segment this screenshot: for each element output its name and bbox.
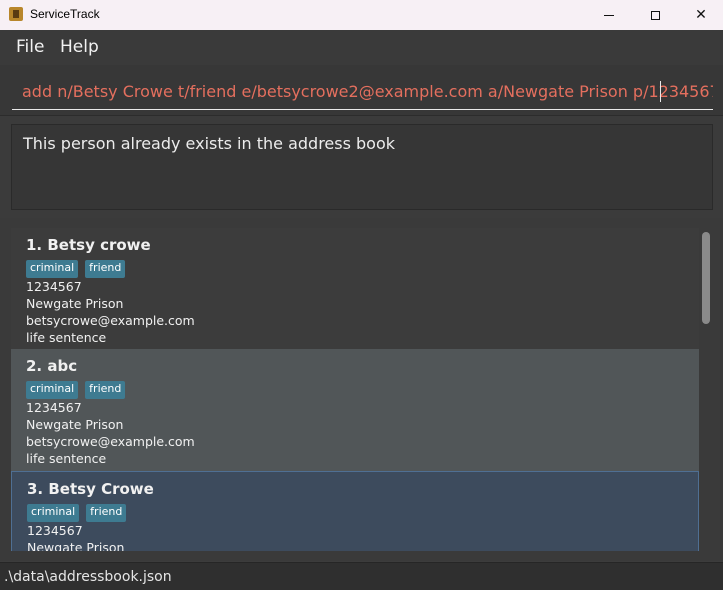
command-input[interactable] <box>12 74 713 110</box>
app-icon <box>9 7 23 21</box>
title-bar: ServiceTrack ✕ <box>0 0 723 30</box>
scrollbar-thumb[interactable] <box>702 232 710 324</box>
person-remark: life sentence <box>26 330 107 345</box>
person-name: 1. Betsy crowe <box>26 236 151 254</box>
close-button[interactable]: ✕ <box>678 0 723 30</box>
person-card-selected[interactable]: 3. Betsy Crowe criminal friend 1234567 N… <box>11 471 699 551</box>
person-name: 3. Betsy Crowe <box>27 480 154 498</box>
person-address: Newgate Prison <box>27 540 125 551</box>
person-name: 2. abc <box>26 357 78 375</box>
person-card[interactable]: 2. abc criminal friend 1234567 Newgate P… <box>11 349 699 471</box>
menu-help[interactable]: Help <box>60 37 99 57</box>
person-list[interactable]: 1. Betsy crowe criminal friend 1234567 N… <box>11 228 699 551</box>
person-card[interactable]: 1. Betsy crowe criminal friend 1234567 N… <box>11 228 699 349</box>
person-address: Newgate Prison <box>26 417 124 432</box>
person-phone: 1234567 <box>27 523 83 538</box>
tag-badge: friend <box>85 260 126 278</box>
person-phone: 1234567 <box>26 400 82 415</box>
person-address: Newgate Prison <box>26 296 124 311</box>
window-title: ServiceTrack <box>30 7 100 21</box>
result-display: This person already exists in the addres… <box>11 124 713 210</box>
text-caret <box>660 81 661 102</box>
tag-badge: criminal <box>27 504 80 522</box>
menu-bar: File Help <box>0 30 723 65</box>
minimize-button[interactable] <box>586 0 632 30</box>
menu-file[interactable]: File <box>16 37 44 57</box>
tag-badge: friend <box>85 381 126 399</box>
tag-badge: criminal <box>26 381 79 399</box>
person-phone: 1234567 <box>26 279 82 294</box>
tag-badge: criminal <box>26 260 79 278</box>
status-bar: .\data\addressbook.json <box>0 562 723 590</box>
maximize-button[interactable] <box>632 0 678 30</box>
save-location: .\data\addressbook.json <box>4 569 172 585</box>
person-email: betsycrowe@example.com <box>26 313 195 328</box>
tag-badge: friend <box>86 504 127 522</box>
person-email: betsycrowe@example.com <box>26 434 195 449</box>
person-remark: life sentence <box>26 451 107 466</box>
